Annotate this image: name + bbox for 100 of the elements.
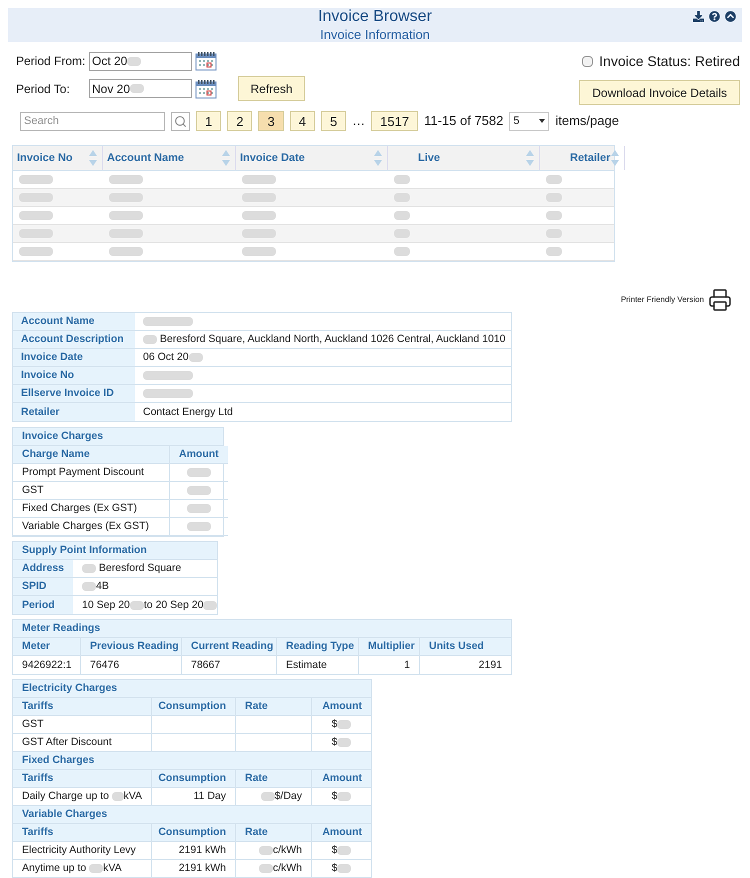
collapse-icon[interactable]	[725, 11, 736, 22]
value-text: Electricity Authority Levy	[22, 845, 136, 856]
redaction-mark	[337, 720, 352, 729]
row-label: Account Description	[13, 331, 135, 348]
page-size-select[interactable]: 5	[509, 112, 550, 130]
value-text: $	[332, 737, 338, 748]
redaction-mark	[19, 211, 53, 220]
value-text: 2191 kWh	[178, 863, 226, 874]
redaction-mark	[258, 846, 273, 855]
redaction-mark	[130, 600, 144, 610]
page-button[interactable]: 3	[258, 111, 284, 131]
row-label: Invoice Date	[13, 349, 135, 366]
value-text: Variable Charges (Ex GST)	[22, 521, 150, 532]
download-button[interactable]: Download Invoice Details	[579, 80, 740, 105]
section-title: Invoice Charges	[13, 428, 223, 446]
redaction-mark	[127, 56, 142, 66]
value-text: Nov 20	[92, 80, 130, 98]
column-header: Consumption	[151, 770, 235, 788]
section-title: Meter Readings	[13, 620, 511, 638]
page-title: Invoice Browser	[318, 6, 432, 27]
value-text: 78667	[191, 660, 220, 670]
status-checkbox[interactable]	[582, 56, 594, 67]
redaction-mark	[186, 504, 211, 513]
redaction-mark	[109, 229, 143, 238]
row-label: Retailer	[13, 403, 135, 421]
help-icon[interactable]	[709, 11, 720, 22]
column-header: Amount	[169, 446, 228, 464]
value-text: Oct 20	[92, 53, 128, 70]
value-text: 1	[404, 660, 410, 670]
value-text: 06 Oct 20	[143, 352, 189, 363]
redaction-mark	[112, 792, 124, 801]
redaction-mark	[109, 193, 143, 202]
column-header[interactable]: Invoice Date	[236, 146, 388, 170]
row-label: Invoice No	[13, 367, 135, 384]
column-header[interactable]: Live	[388, 146, 540, 170]
column-header: Meter	[13, 638, 80, 656]
row-label: SPID	[13, 578, 73, 595]
value-text: kVA	[124, 791, 142, 802]
range-text: 11-15 of 7582	[424, 112, 504, 130]
redaction-mark	[394, 247, 410, 256]
page-button[interactable]: 4	[290, 111, 315, 131]
column-header: Multiplier	[358, 638, 419, 656]
page-button[interactable]: 5	[320, 111, 346, 131]
calendar-icon[interactable]	[195, 78, 217, 98]
column-header: Consumption	[151, 698, 235, 716]
section-title: Electricity Charges	[13, 680, 371, 698]
column-header: Consumption	[151, 824, 235, 842]
column-header[interactable]: Retailer	[540, 146, 626, 170]
section-title: Fixed Charges	[13, 752, 371, 770]
column-header: Previous Reading	[80, 638, 181, 656]
column-header: Rate	[235, 770, 311, 788]
page-button[interactable]: 2	[227, 111, 252, 131]
row-label: Account Name	[13, 313, 135, 330]
row-label: Period	[13, 596, 73, 614]
redaction-mark	[109, 175, 143, 184]
value-text: c/kWh	[272, 863, 302, 874]
value-text: $	[332, 791, 338, 802]
redaction-mark	[203, 600, 218, 610]
printer-icon[interactable]	[708, 288, 732, 312]
value-text: 76476	[90, 660, 120, 670]
calendar-icon[interactable]	[195, 51, 217, 71]
value-text: Beresford Square	[98, 563, 182, 574]
value-text: 11 Day	[194, 791, 226, 802]
redaction-mark	[546, 193, 562, 202]
redaction-mark	[242, 247, 276, 256]
page-button[interactable]: 1517	[371, 111, 418, 131]
redaction-mark	[242, 175, 276, 184]
search-icon	[174, 114, 187, 128]
section-title: Supply Point Information	[13, 542, 217, 560]
value-text: 9426922:1	[22, 660, 72, 670]
printer-friendly-link[interactable]: Printer Friendly Version	[620, 294, 704, 306]
redaction-mark	[143, 335, 157, 344]
redaction-mark	[186, 522, 211, 531]
search-button[interactable]	[171, 112, 190, 130]
section-title: Variable Charges	[13, 806, 371, 824]
column-header[interactable]: Invoice No	[13, 146, 103, 170]
redaction-mark	[546, 229, 562, 238]
date-field[interactable]: Nov 20	[89, 79, 192, 98]
value-text: Estimate	[286, 660, 327, 670]
value-text: Anytime up to	[22, 863, 88, 874]
date-field[interactable]: Oct 20	[89, 52, 192, 70]
column-header: Amount	[311, 824, 371, 842]
value-text: Contact Energy Ltd	[143, 406, 233, 418]
value-text: to 20 Sep 20	[144, 600, 204, 610]
value-text: 2191	[478, 660, 502, 670]
page-subtitle: Invoice Information	[320, 26, 430, 44]
value-text: Prompt Payment Discount	[22, 467, 144, 478]
redaction-mark	[546, 175, 562, 184]
column-header: Rate	[235, 824, 311, 842]
redaction-mark	[546, 247, 562, 256]
search-field[interactable]: Search	[20, 112, 165, 130]
value-text: c/kWh	[272, 845, 302, 856]
column-header: Rate	[235, 698, 311, 716]
column-header[interactable]: Account Name	[103, 146, 236, 170]
download-icon[interactable]	[693, 11, 704, 22]
value-text: $	[332, 845, 338, 856]
page-button[interactable]: 1	[196, 111, 222, 131]
redaction-mark	[143, 317, 193, 326]
refresh-button[interactable]: Refresh	[238, 76, 305, 101]
redaction-mark	[143, 389, 193, 398]
